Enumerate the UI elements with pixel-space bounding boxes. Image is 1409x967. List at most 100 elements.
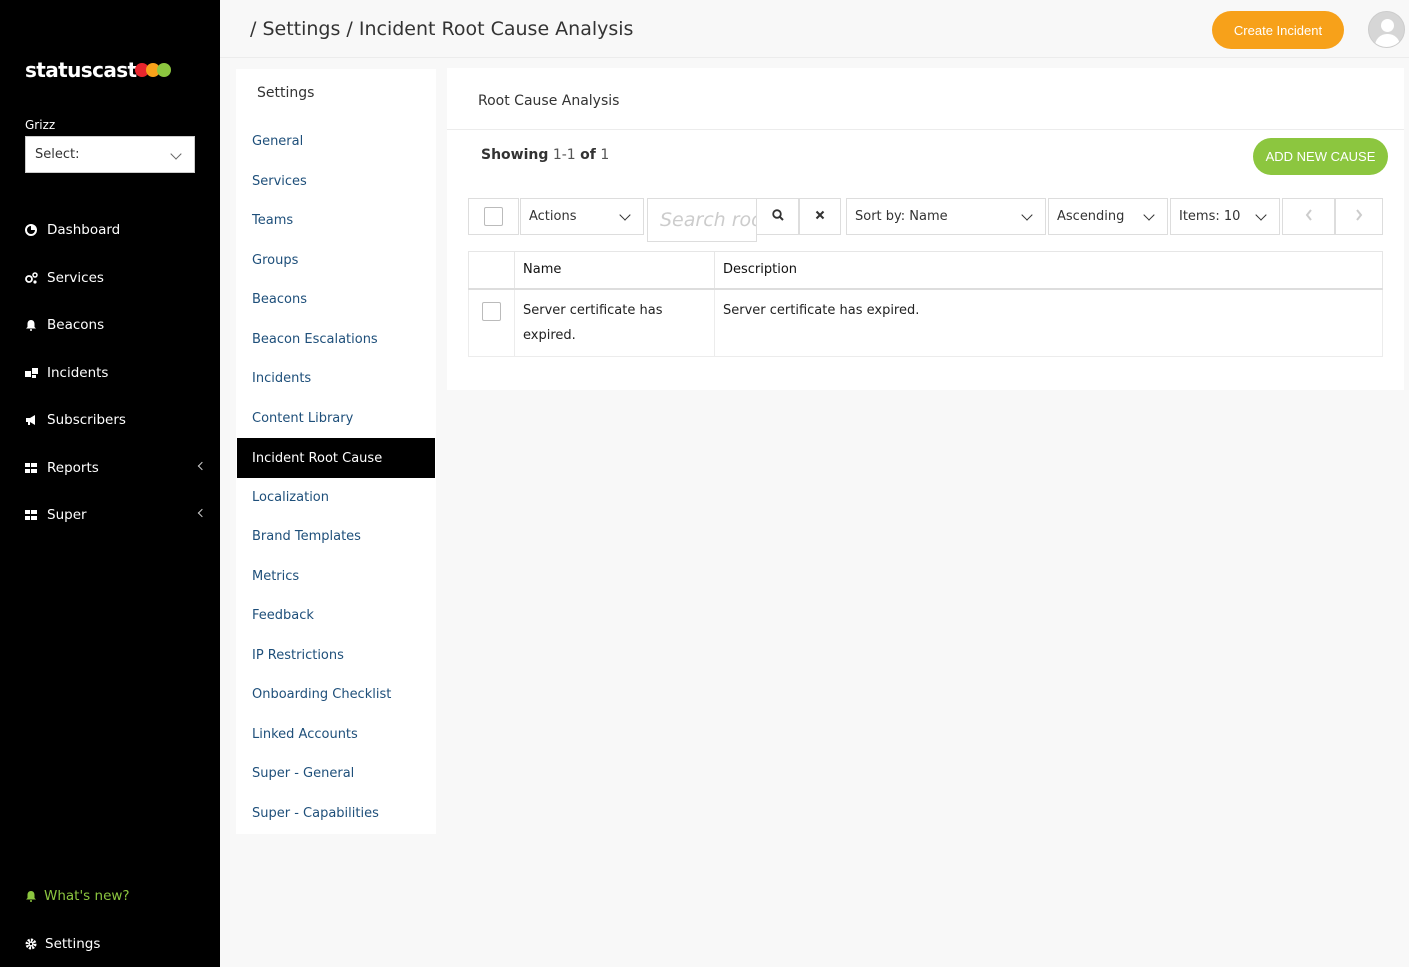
sidebar-item-label: Incidents — [47, 365, 109, 381]
grid-icon — [25, 509, 37, 521]
sidebar-item-label: Beacons — [47, 317, 105, 333]
sort-by-dropdown[interactable]: Sort by: Name — [846, 198, 1046, 235]
sidebar-item-beacons[interactable]: Beacons — [25, 317, 205, 333]
of-label: of — [580, 147, 596, 163]
settings-item-teams[interactable]: Teams — [237, 200, 435, 240]
table-row[interactable]: Server certificate has expired. Server c… — [468, 288, 1383, 357]
breadcrumb: / Settings / Incident Root Cause Analysi… — [250, 18, 634, 40]
settings-item-metrics[interactable]: Metrics — [237, 556, 435, 596]
sidebar-item-label: Dashboard — [47, 222, 121, 238]
statuscast-logo[interactable]: statuscast — [25, 58, 172, 82]
sidebar-item-dashboard[interactable]: Dashboard — [25, 222, 205, 238]
clear-search-button[interactable] — [799, 198, 841, 235]
chevron-down-icon — [619, 209, 631, 221]
settings-item-linked-accounts[interactable]: Linked Accounts — [237, 714, 435, 754]
bell-icon — [25, 319, 37, 331]
settings-menu-title: Settings — [257, 85, 315, 101]
prev-page-button[interactable] — [1282, 198, 1335, 235]
org-select[interactable]: Select: — [25, 136, 195, 173]
table-header-row: Name Description — [468, 251, 1383, 290]
sidebar-item-super[interactable]: Super — [25, 507, 207, 523]
logo-dots-icon — [135, 63, 172, 77]
main-sidebar: statuscast Grizz Select: Dashboard Servi… — [0, 0, 220, 967]
sidebar-item-subscribers[interactable]: Subscribers — [25, 412, 205, 428]
settings-item-brand-templates[interactable]: Brand Templates — [237, 516, 435, 556]
select-all-container — [468, 198, 519, 235]
chevron-down-icon — [1021, 209, 1033, 221]
settings-item-general[interactable]: General — [237, 121, 435, 161]
settings-item-services[interactable]: Services — [237, 161, 435, 201]
search-input[interactable] — [647, 198, 757, 242]
settings-item-beacon-escalations[interactable]: Beacon Escalations — [237, 319, 435, 359]
showing-range: 1-1 — [552, 147, 576, 163]
row-select-cell — [468, 288, 515, 357]
sidebar-item-label: Reports — [47, 460, 99, 476]
bell-icon — [25, 890, 37, 902]
sidebar-item-label: Services — [47, 270, 104, 286]
settings-item-super-general[interactable]: Super - General — [237, 753, 435, 793]
settings-item-ip-restrictions[interactable]: IP Restrictions — [237, 635, 435, 675]
sort-order-dropdown[interactable]: Ascending — [1048, 198, 1168, 235]
column-header-name[interactable]: Name — [514, 251, 715, 290]
column-header-description[interactable]: Description — [714, 251, 1383, 290]
services-icon — [25, 272, 38, 284]
items-per-page-dropdown[interactable]: Items: 10 — [1170, 198, 1280, 235]
settings-item-content-library[interactable]: Content Library — [237, 398, 435, 438]
chevron-left-icon — [197, 461, 207, 471]
chevron-left-icon — [1305, 208, 1313, 225]
actions-dropdown[interactable]: Actions — [520, 198, 644, 235]
cause-name[interactable]: Server certificate has expired. — [514, 288, 715, 357]
settings-item-incidents[interactable]: Incidents — [237, 358, 435, 398]
results-count: Showing 1-1 of 1 — [481, 147, 609, 163]
settings-item-onboarding-checklist[interactable]: Onboarding Checklist — [237, 674, 435, 714]
sidebar-item-label: Super — [47, 507, 87, 523]
divider — [447, 129, 1404, 130]
column-header-select — [468, 251, 515, 290]
sidebar-item-reports[interactable]: Reports — [25, 460, 207, 476]
select-all-checkbox[interactable] — [484, 207, 503, 226]
settings-item-localization[interactable]: Localization — [237, 477, 435, 517]
create-incident-button[interactable]: Create Incident — [1212, 11, 1344, 49]
search-icon — [771, 208, 784, 225]
sort-order-value: Ascending — [1057, 209, 1125, 224]
sort-by-value: Sort by: Name — [855, 209, 948, 224]
next-page-button[interactable] — [1335, 198, 1383, 235]
sidebar-item-services[interactable]: Services — [25, 270, 205, 286]
cause-description: Server certificate has expired. — [714, 288, 1383, 357]
settings-item-groups[interactable]: Groups — [237, 240, 435, 280]
chevron-down-icon — [1143, 209, 1155, 221]
sidebar-item-incidents[interactable]: Incidents — [25, 365, 205, 381]
settings-item-beacons[interactable]: Beacons — [237, 279, 435, 319]
settings-item-super-capabilities[interactable]: Super - Capabilities — [237, 793, 435, 833]
close-icon — [815, 209, 825, 224]
whats-new-link[interactable]: What's new? — [25, 888, 130, 904]
avatar[interactable] — [1368, 11, 1405, 48]
sidebar-item-label: Subscribers — [47, 412, 126, 428]
chevron-right-icon — [1355, 208, 1363, 225]
settings-item-incident-root-cause[interactable]: Incident Root Cause — [237, 438, 435, 478]
root-cause-table: Name Description Server certificate has … — [468, 251, 1383, 357]
megaphone-icon — [25, 414, 37, 426]
brand-name: statuscast — [25, 58, 137, 82]
add-new-cause-button[interactable]: ADD NEW CAUSE — [1253, 138, 1388, 175]
avatar-head-shape — [1381, 19, 1394, 32]
chevron-down-icon — [1255, 209, 1267, 221]
avatar-body-shape — [1375, 34, 1400, 47]
settings-menu: Settings General Services Teams Groups B… — [236, 69, 436, 834]
incidents-icon — [25, 367, 38, 379]
grid-icon — [25, 462, 37, 474]
sidebar-item-label: Settings — [45, 936, 101, 952]
org-label: Grizz — [25, 118, 56, 132]
root-cause-panel: Root Cause Analysis Showing 1-1 of 1 ADD… — [447, 68, 1404, 390]
page-title: Root Cause Analysis — [478, 93, 620, 109]
row-checkbox[interactable] — [482, 301, 501, 321]
showing-total: 1 — [600, 147, 610, 163]
gear-icon — [25, 938, 37, 950]
whats-new-label: What's new? — [44, 888, 130, 904]
chevron-down-icon — [170, 148, 182, 160]
chevron-left-icon — [197, 508, 207, 518]
org-select-value: Select: — [35, 147, 80, 162]
settings-item-feedback[interactable]: Feedback — [237, 595, 435, 635]
search-button[interactable] — [756, 198, 799, 235]
sidebar-item-settings[interactable]: Settings — [25, 936, 100, 952]
